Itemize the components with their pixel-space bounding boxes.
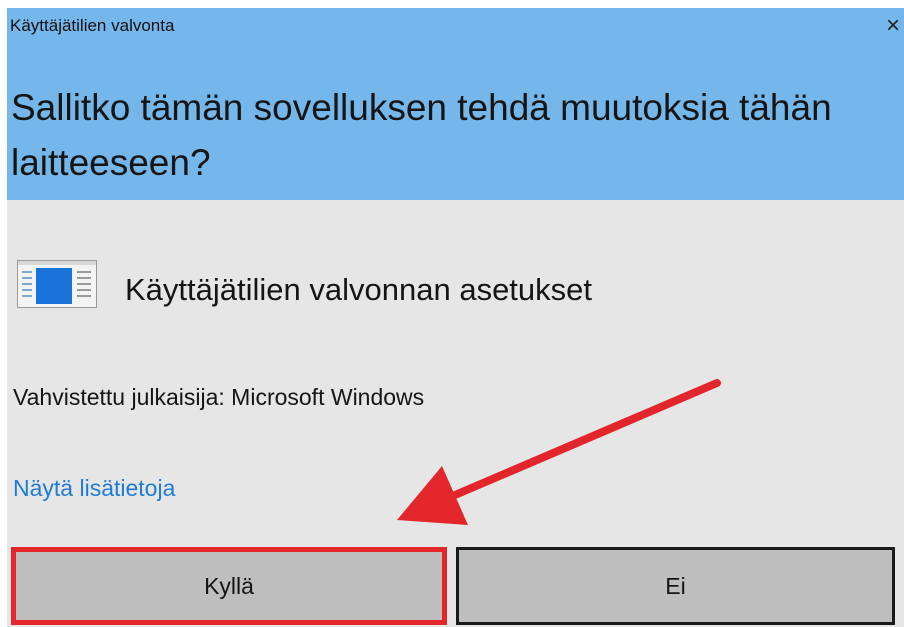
app-info: Käyttäjätilien valvonnan asetukset	[17, 260, 877, 324]
publisher-label: Vahvistettu julkaisija: Microsoft Window…	[13, 384, 425, 410]
yes-button[interactable]: Kyllä	[11, 547, 447, 625]
show-details-link[interactable]: Näytä lisätietoja	[13, 475, 175, 502]
dialog-question: Sallitko tämän sovelluksen tehdä muutoks…	[11, 87, 832, 183]
window-settings-icon	[17, 260, 97, 313]
no-button[interactable]: Ei	[456, 547, 895, 625]
app-name: Käyttäjätilien valvonnan asetukset	[125, 272, 593, 307]
window-title: Käyttäjätilien valvonta	[10, 16, 175, 35]
close-icon[interactable]: ×	[882, 14, 904, 38]
uac-dialog: Käyttäjätilien valvonta × Sallitko tämän…	[7, 8, 904, 627]
dialog-header: Käyttäjätilien valvonta × Sallitko tämän…	[7, 8, 904, 200]
